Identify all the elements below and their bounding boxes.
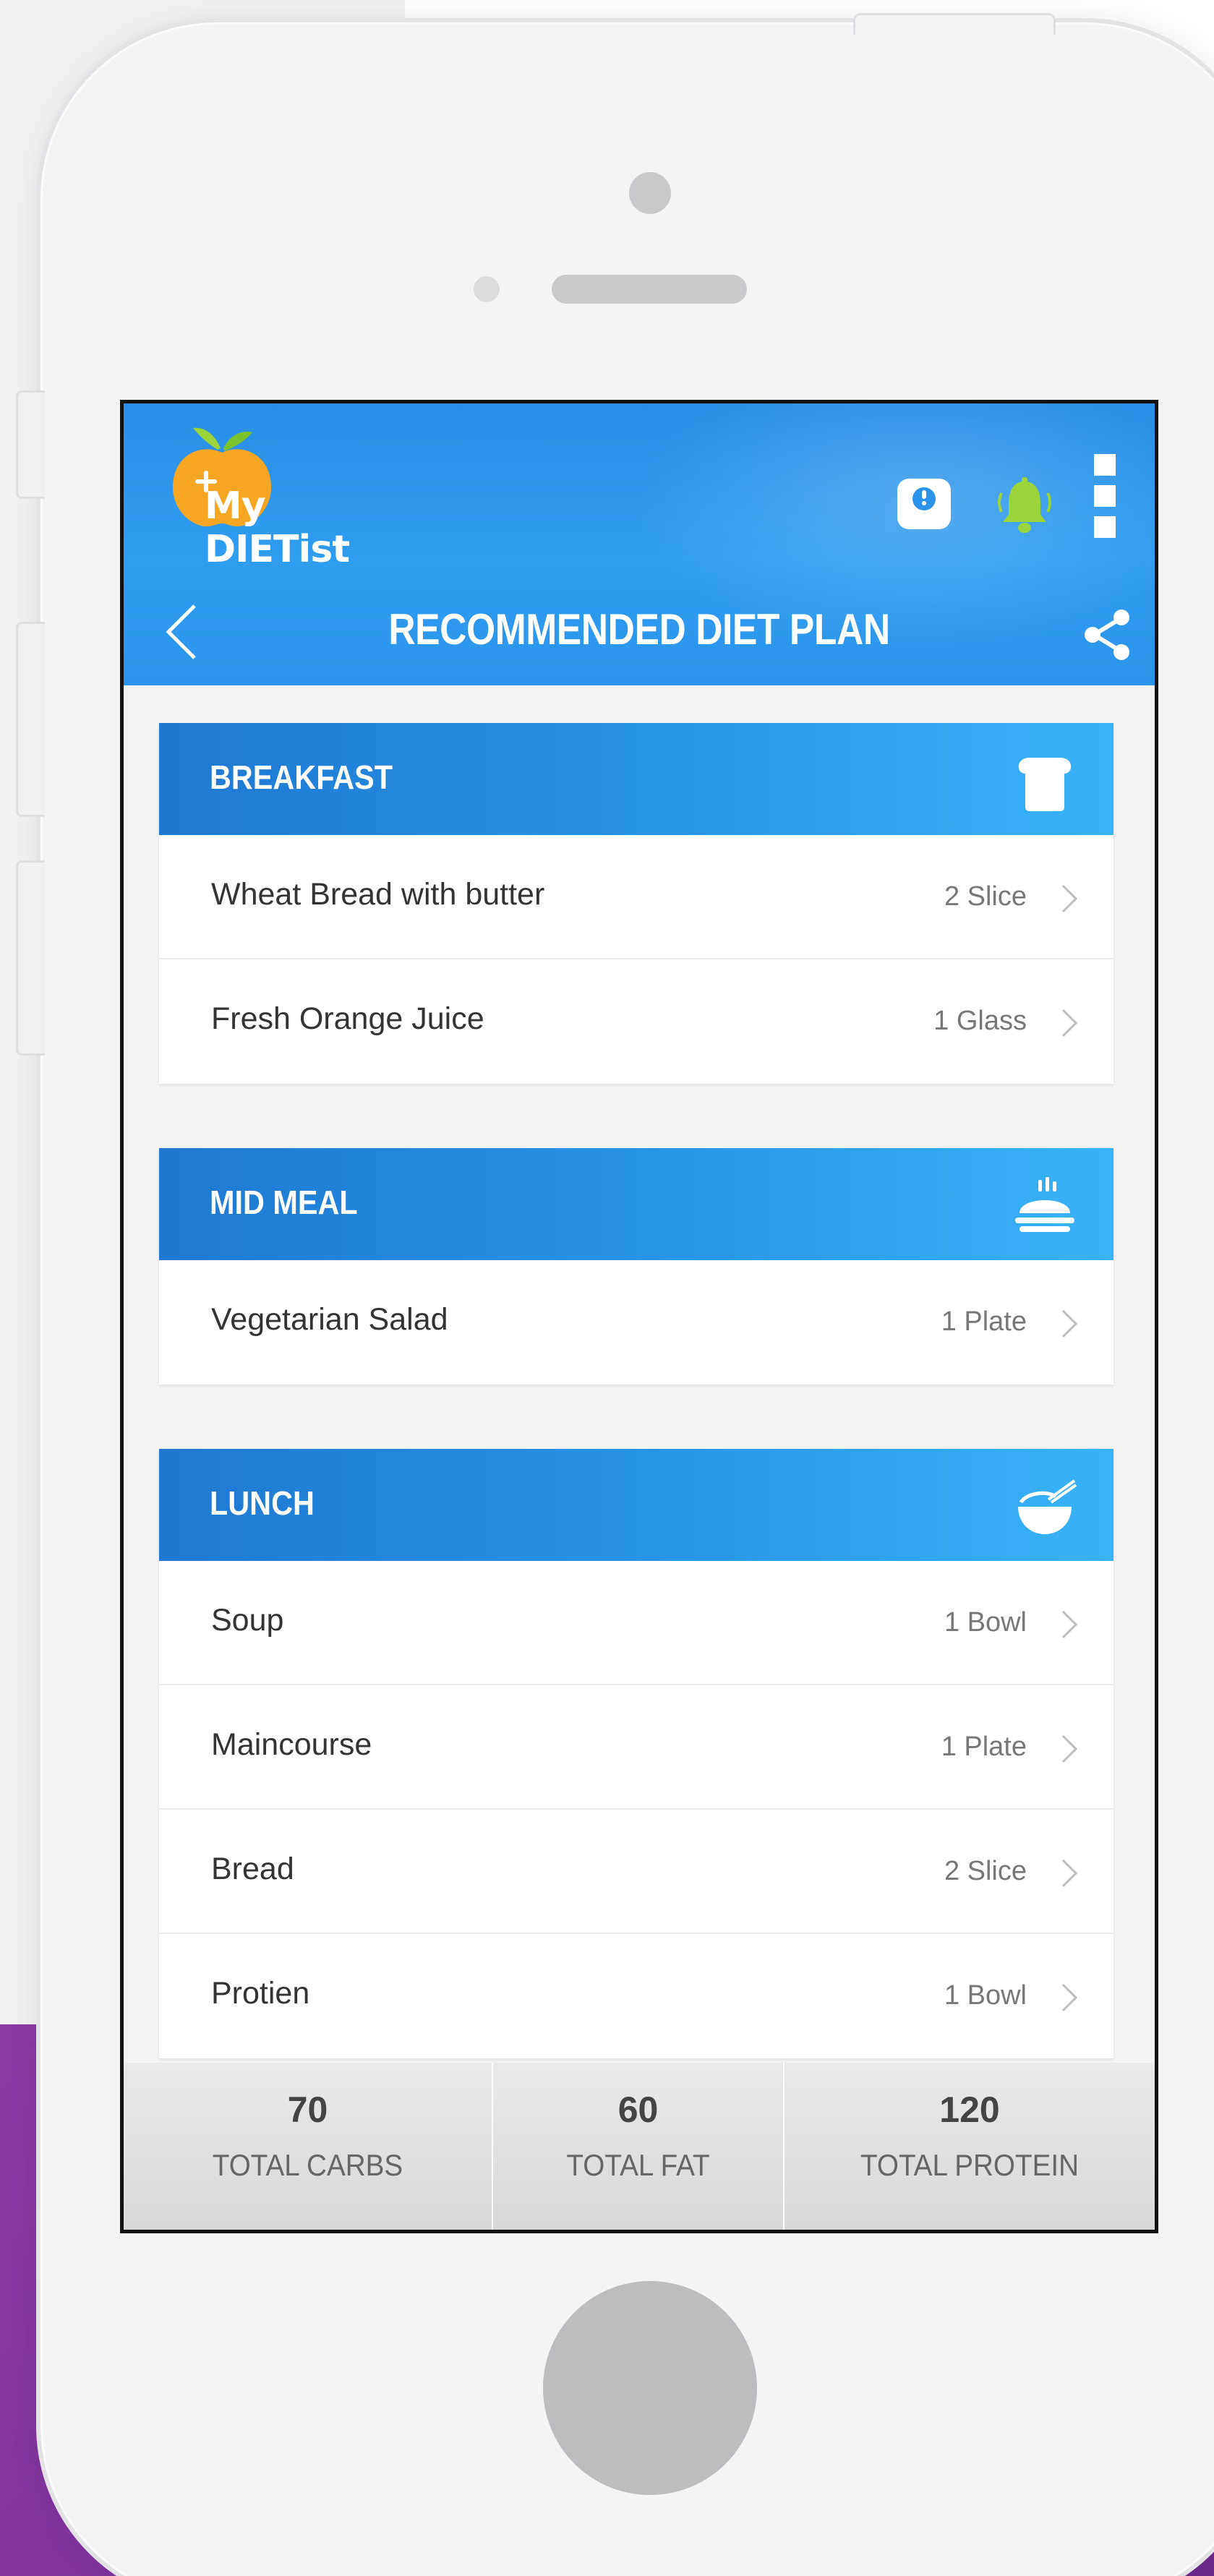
list-item[interactable]: Vegetarian Salad 1 Plate xyxy=(159,1260,1113,1385)
more-vertical-icon[interactable] xyxy=(1093,453,1117,539)
app-name: My DIETist xyxy=(205,484,350,571)
total-label: TOTAL PROTEIN xyxy=(860,2148,1080,2182)
page-title: RECOMMENDED DIET PLAN xyxy=(388,605,890,654)
food-quantity: 1 Plate xyxy=(941,1306,1027,1337)
chevron-right-icon xyxy=(1061,1610,1078,1639)
section-header: LUNCH xyxy=(159,1449,1113,1561)
list-item[interactable]: Wheat Bread with butter 2 Slice xyxy=(159,835,1113,959)
total-fat: 60 TOTAL FAT xyxy=(493,2063,785,2230)
section-header: MID MEAL xyxy=(159,1148,1113,1260)
total-value: 70 xyxy=(287,2089,328,2130)
food-quantity: 1 Bowl xyxy=(944,1980,1027,2011)
food-name: Soup xyxy=(211,1603,284,1638)
volume-down-button xyxy=(16,860,45,1056)
section-lunch: LUNCH Soup 1 Bowl Maincourse 1 Plate Bre… xyxy=(159,1449,1113,2058)
chevron-right-icon xyxy=(1061,1009,1078,1037)
chevron-right-icon xyxy=(1061,1983,1078,2012)
hot-plate-icon xyxy=(1012,1174,1077,1239)
food-name: Bread xyxy=(211,1852,294,1886)
bread-icon xyxy=(1012,749,1077,814)
app-logo: My DIETist xyxy=(164,421,403,571)
app-header: My DIETist RECOMMENDED DIET PLAN xyxy=(124,403,1155,685)
total-label: TOTAL CARBS xyxy=(212,2148,403,2182)
list-item[interactable]: Soup 1 Bowl xyxy=(159,1561,1113,1685)
chevron-right-icon xyxy=(1061,1734,1078,1763)
volume-up-button xyxy=(16,622,45,817)
earpiece-speaker xyxy=(552,275,747,304)
power-button xyxy=(853,13,1056,35)
home-button[interactable] xyxy=(543,2281,757,2495)
chevron-right-icon xyxy=(1061,1859,1078,1888)
section-title: LUNCH xyxy=(210,1484,315,1522)
chevron-right-icon xyxy=(1061,1309,1078,1338)
section-header: BREAKFAST xyxy=(159,723,1113,835)
food-quantity: 2 Slice xyxy=(944,1856,1027,1886)
food-quantity: 2 Slice xyxy=(944,881,1027,912)
food-name: Vegetarian Salad xyxy=(211,1302,448,1337)
share-icon[interactable] xyxy=(1078,606,1136,664)
food-quantity: 1 Bowl xyxy=(944,1607,1027,1638)
list-item[interactable]: Bread 2 Slice xyxy=(159,1810,1113,1934)
food-quantity: 1 Glass xyxy=(933,1006,1027,1036)
food-name: Maincourse xyxy=(211,1727,372,1762)
total-value: 60 xyxy=(617,2089,659,2130)
total-label: TOTAL FAT xyxy=(566,2148,710,2182)
list-item[interactable]: Fresh Orange Juice 1 Glass xyxy=(159,959,1113,1084)
food-name: Wheat Bread with butter xyxy=(211,877,545,912)
section-mid-meal: MID MEAL Vegetarian Salad 1 Plate xyxy=(159,1148,1113,1385)
mute-switch xyxy=(16,390,45,499)
list-item[interactable]: Maincourse 1 Plate xyxy=(159,1685,1113,1810)
list-item[interactable]: Protien 1 Bowl xyxy=(159,1934,1113,2058)
weight-scale-icon[interactable] xyxy=(894,474,954,534)
food-name: Protien xyxy=(211,1976,310,2011)
nutrition-totals-bar: 70 TOTAL CARBS 60 TOTAL FAT 120 TOTAL PR… xyxy=(124,2063,1155,2230)
front-camera xyxy=(629,172,671,214)
total-protein: 120 TOTAL PROTEIN xyxy=(785,2063,1155,2230)
total-carbs: 70 TOTAL CARBS xyxy=(124,2063,493,2230)
section-title: BREAKFAST xyxy=(210,758,393,796)
food-name: Fresh Orange Juice xyxy=(211,1001,484,1036)
diet-plan-content: BREAKFAST Wheat Bread with butter 2 Slic… xyxy=(124,685,1155,2113)
bowl-icon xyxy=(1012,1475,1077,1540)
app-screen: My DIETist RECOMMENDED DIET PLAN BREAKFA… xyxy=(120,400,1158,2233)
bell-icon[interactable] xyxy=(990,471,1059,541)
section-breakfast: BREAKFAST Wheat Bread with butter 2 Slic… xyxy=(159,723,1113,1084)
chevron-right-icon xyxy=(1061,884,1078,913)
food-quantity: 1 Plate xyxy=(941,1732,1027,1762)
title-bar: RECOMMENDED DIET PLAN xyxy=(124,590,1155,669)
total-value: 120 xyxy=(939,2089,1000,2130)
proximity-sensor xyxy=(474,276,500,302)
section-title: MID MEAL xyxy=(210,1184,358,1221)
